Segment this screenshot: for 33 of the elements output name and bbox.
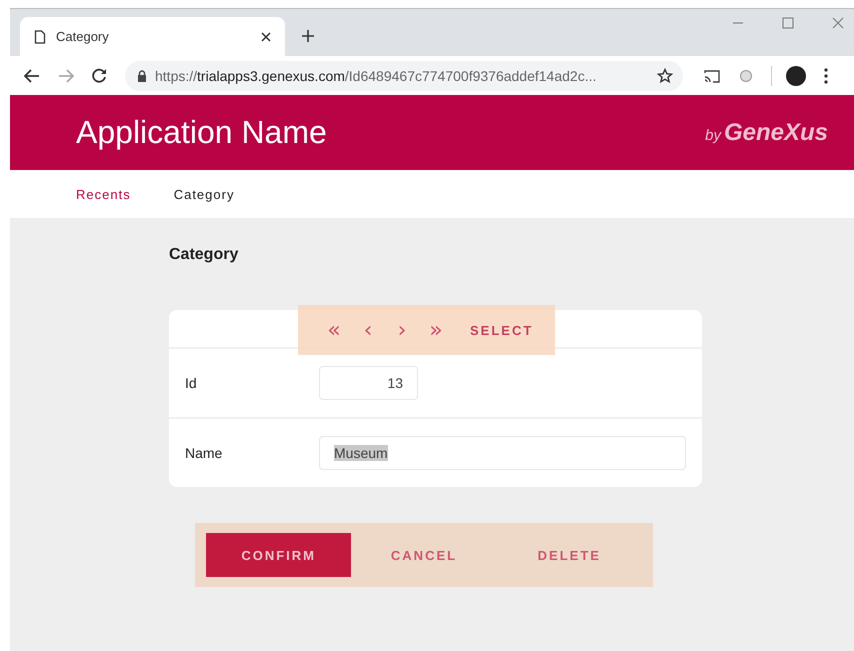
nav-link[interactable]: Category [174,186,234,202]
avatar-icon[interactable] [786,66,806,86]
field-label: Id [185,375,198,391]
address-bar[interactable]: https://trialapps3.genexus.com/Id6489467c774700f9376addef14ad2c... [125,60,683,90]
back-arrow-icon[interactable] [24,68,40,82]
nav-link[interactable]: Recents [76,186,131,202]
cast-icon[interactable] [703,68,721,82]
browser-tab[interactable]: Category [20,17,285,56]
menu-icon[interactable] [824,68,828,84]
reload-icon[interactable] [92,68,107,83]
app-title: Application Name [76,114,327,151]
select-button[interactable]: SELECT [464,322,540,338]
previous-button[interactable]: ‹ [354,318,382,342]
confirm-button[interactable]: CONFIRM [206,533,352,577]
brand-logo: byGeneXus [705,118,828,146]
tab-title: Category [56,29,110,44]
page-title: Category [169,246,240,265]
extension-icon[interactable] [739,68,753,82]
maximize-icon[interactable] [782,17,794,29]
action-button[interactable]: CANCEL [351,533,497,577]
input-field[interactable]: 13 [319,366,418,400]
next-button[interactable]: › [388,318,416,342]
close-icon[interactable] [261,32,271,42]
star-icon[interactable] [657,68,673,84]
last-page-button[interactable]: » [422,318,450,342]
url-text: https://trialapps3.genexus.com/Id6489467c774700f9376addef14ad2c... [155,68,598,84]
input-field[interactable]: Museum [319,436,686,470]
lock-icon [137,70,147,82]
plus-icon[interactable] [301,29,315,43]
first-page-button[interactable]: « [320,318,348,342]
action-button[interactable]: DELETE [496,533,642,577]
field-label: Name [185,445,224,461]
page-icon [34,30,46,44]
